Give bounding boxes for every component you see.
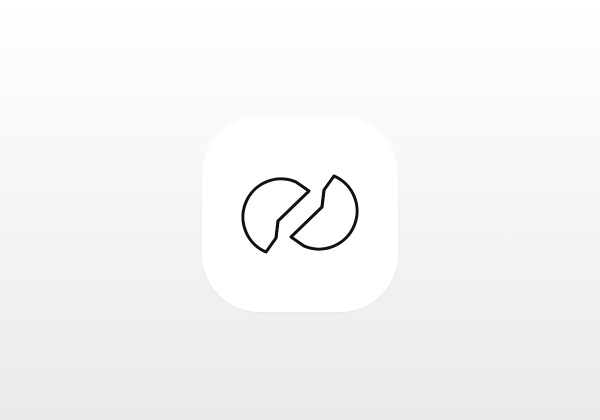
app-icon[interactable]: [202, 116, 398, 312]
logo-right-fold: [320, 188, 326, 209]
canvas: [0, 0, 600, 420]
unfold-logo-icon: [241, 174, 359, 254]
logo-left-fold: [274, 219, 280, 240]
